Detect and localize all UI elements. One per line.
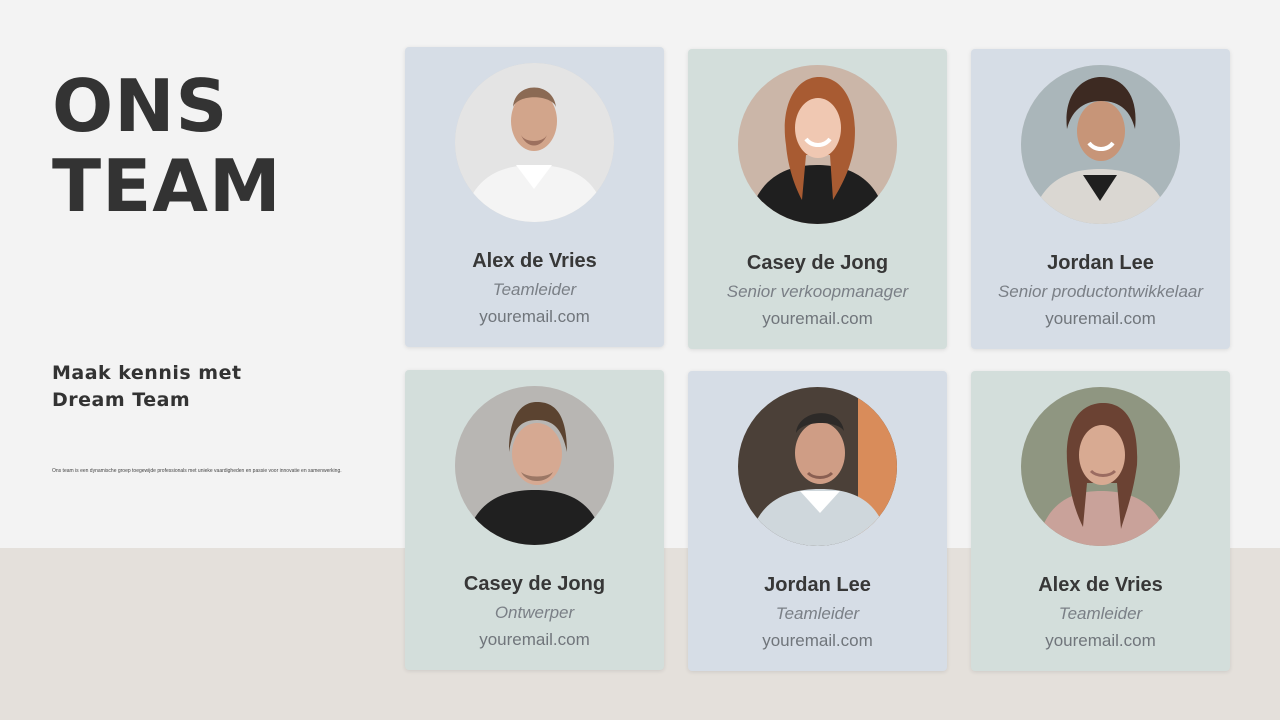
member-name: Casey de Jong (746, 252, 889, 274)
page-title: ONS TEAM (52, 66, 282, 226)
team-card: Alex de Vries Teamleider youremail.com (405, 47, 664, 347)
team-card: Jordan Lee Senior productontwikkelaar yo… (971, 49, 1230, 349)
member-name: Jordan Lee (1047, 252, 1154, 274)
member-name: Casey de Jong (463, 573, 606, 595)
avatar-photo (738, 65, 897, 224)
member-role: Senior verkoopmanager (726, 282, 909, 301)
subtitle-line-2: Dream Team (52, 389, 191, 411)
person-photo-icon (455, 386, 614, 545)
person-photo-icon (1021, 65, 1180, 224)
member-email-link[interactable]: youremail.com (971, 631, 1230, 651)
page-title-line-1: ONS (52, 64, 229, 148)
member-email-link[interactable]: youremail.com (688, 309, 947, 329)
team-description: Ons team is een dynamische groep toegewi… (52, 468, 342, 474)
member-name: Alex de Vries (1038, 574, 1163, 596)
team-card: Casey de Jong Senior verkoopmanager your… (688, 49, 947, 349)
avatar-photo (455, 386, 614, 545)
person-photo-icon (1021, 387, 1180, 546)
member-email-link[interactable]: youremail.com (971, 309, 1230, 329)
page-title-line-2: TEAM (52, 144, 282, 228)
member-email-link[interactable]: youremail.com (405, 307, 664, 327)
member-name: Jordan Lee (764, 574, 871, 596)
avatar-photo (455, 63, 614, 222)
subtitle-line-1: Maak kennis met (52, 362, 242, 384)
member-role: Teamleider (1058, 604, 1143, 623)
member-role: Senior productontwikkelaar (997, 282, 1204, 301)
person-photo-icon (455, 63, 614, 222)
member-role: Teamleider (492, 280, 577, 299)
team-card: Jordan Lee Teamleider youremail.com (688, 371, 947, 671)
member-email-link[interactable]: youremail.com (405, 630, 664, 650)
avatar-photo (1021, 387, 1180, 546)
member-role: Teamleider (775, 604, 860, 623)
avatar-photo (738, 387, 897, 546)
member-name: Alex de Vries (472, 250, 597, 272)
person-photo-icon (738, 65, 897, 224)
member-email-link[interactable]: youremail.com (688, 631, 947, 651)
member-role: Ontwerper (494, 603, 575, 622)
avatar-photo (1021, 65, 1180, 224)
team-card: Casey de Jong Ontwerper youremail.com (405, 370, 664, 670)
subtitle: Maak kennis met Dream Team (52, 360, 242, 414)
person-photo-icon (738, 387, 897, 546)
team-card: Alex de Vries Teamleider youremail.com (971, 371, 1230, 671)
